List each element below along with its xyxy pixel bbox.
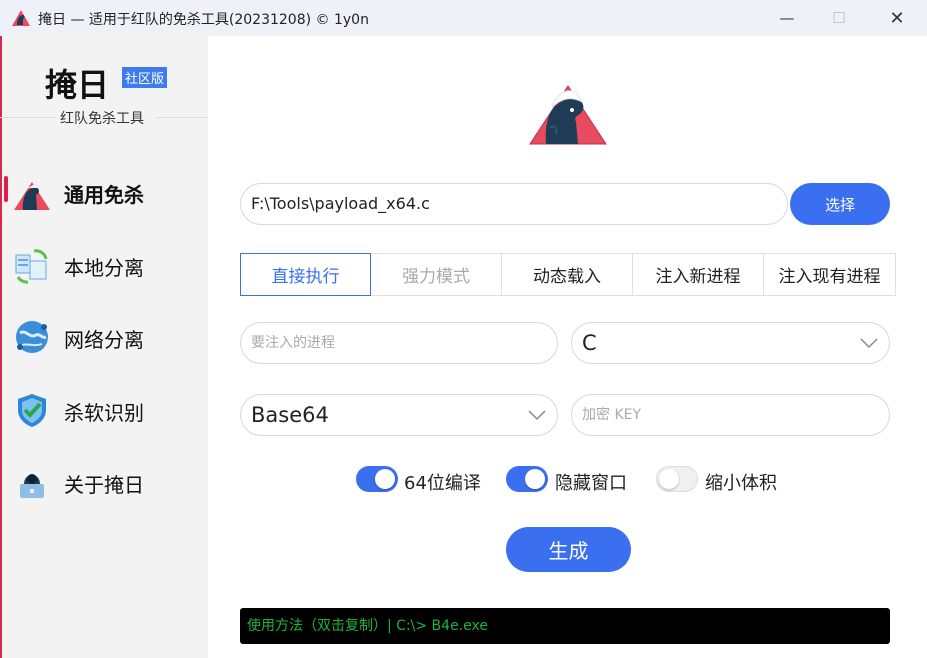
minimize-button[interactable]: — bbox=[764, 0, 810, 36]
tab-inject-existing-process[interactable]: 注入现有进程 bbox=[764, 253, 896, 296]
encryption-key-input[interactable]: 加密 KEY bbox=[571, 394, 890, 436]
app-logo-icon bbox=[12, 10, 30, 26]
sidebar-item-label: 关于掩日 bbox=[64, 473, 144, 497]
brand-subtitle: 红队免杀工具 bbox=[60, 111, 144, 127]
tab-direct-execute[interactable]: 直接执行 bbox=[240, 253, 371, 296]
sidebar-item-label: 网络分离 bbox=[64, 328, 144, 352]
shield-check-icon bbox=[18, 394, 46, 427]
select-file-button[interactable]: 选择 bbox=[790, 183, 890, 225]
globe-icon bbox=[16, 321, 48, 353]
toggle-hide-window[interactable] bbox=[506, 466, 548, 492]
maximize-button[interactable]: ☐ bbox=[816, 0, 862, 36]
sidebar-item-label: 本地分离 bbox=[64, 256, 144, 280]
app-logo-icon bbox=[529, 85, 607, 145]
title-bar: 掩日 — 适用于红队的免杀工具(20231208) © 1y0n — ☐ ✕ bbox=[0, 0, 927, 36]
sync-files-icon bbox=[15, 249, 48, 284]
tab-force-mode[interactable]: 强力模式 bbox=[371, 253, 502, 296]
chevron-down-icon bbox=[528, 410, 546, 421]
toggle-reduce-size[interactable] bbox=[656, 466, 698, 492]
sidebar-item-av-detection[interactable]: 杀软识别 bbox=[0, 376, 208, 436]
brand-divider-left bbox=[0, 117, 56, 118]
encoding-value: Base64 bbox=[251, 403, 329, 427]
toggle-label-hide-window: 隐藏窗口 bbox=[555, 473, 627, 494]
tab-dynamic-load[interactable]: 动态载入 bbox=[502, 253, 633, 296]
sidebar-item-about[interactable]: 关于掩日 bbox=[0, 448, 208, 508]
target-process-input[interactable]: 要注入的进程 bbox=[240, 322, 558, 364]
edition-badge: 社区版 bbox=[122, 67, 168, 88]
brand-divider-right bbox=[156, 117, 208, 118]
payload-path-input[interactable]: F:\Tools\payload_x64.c bbox=[240, 183, 788, 225]
key-placeholder: 加密 KEY bbox=[582, 407, 642, 423]
horse-icon bbox=[14, 182, 50, 210]
usage-console[interactable]: 使用方法（双击复制）| C:\> B4e.exe bbox=[240, 608, 890, 644]
sidebar-item-local-separation[interactable]: 本地分离 bbox=[0, 231, 208, 291]
generate-button[interactable]: 生成 bbox=[506, 527, 631, 572]
tab-inject-new-process[interactable]: 注入新进程 bbox=[633, 253, 764, 296]
sidebar-item-label: 杀软识别 bbox=[64, 401, 144, 425]
toggle-label-64bit: 64位编译 bbox=[404, 473, 481, 494]
process-placeholder: 要注入的进程 bbox=[251, 335, 335, 351]
chevron-down-icon bbox=[860, 338, 878, 349]
window-title: 掩日 — 适用于红队的免杀工具(20231208) © 1y0n bbox=[38, 12, 369, 28]
encoding-select[interactable]: Base64 bbox=[240, 394, 558, 436]
sidebar-item-general[interactable]: 通用免杀 bbox=[0, 158, 208, 218]
mode-tabs: 直接执行 强力模式 动态载入 注入新进程 注入现有进程 bbox=[240, 253, 896, 296]
sidebar-item-label: 通用免杀 bbox=[64, 183, 144, 207]
brand-title: 掩日 bbox=[45, 66, 110, 104]
language-value: C bbox=[582, 331, 597, 355]
hacker-laptop-icon bbox=[20, 474, 44, 498]
close-button[interactable]: ✕ bbox=[874, 0, 920, 36]
toggle-label-reduce-size: 缩小体积 bbox=[705, 473, 777, 494]
sidebar-item-network-separation[interactable]: 网络分离 bbox=[0, 303, 208, 363]
toggle-64bit-compile[interactable] bbox=[356, 466, 398, 492]
language-select[interactable]: C bbox=[571, 322, 890, 364]
active-indicator bbox=[4, 176, 8, 202]
